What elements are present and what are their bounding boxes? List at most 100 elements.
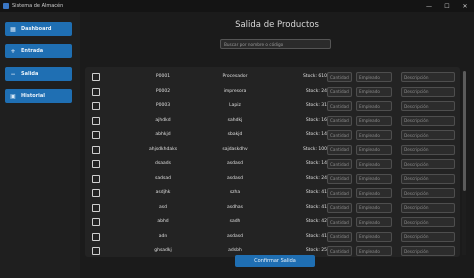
product-name: asdasd <box>227 175 243 181</box>
employee-field[interactable] <box>356 101 392 111</box>
select-checkbox[interactable] <box>92 247 100 255</box>
sidebar-item-entrada[interactable]: + Entrada <box>5 44 72 58</box>
quantity-field[interactable] <box>327 217 352 227</box>
product-stock: Stock: 42 <box>305 219 327 224</box>
description-field[interactable] <box>401 188 455 198</box>
minimize-icon[interactable]: — <box>420 0 438 12</box>
employee-field[interactable] <box>356 188 392 198</box>
select-checkbox[interactable] <box>92 232 100 241</box>
description-field[interactable] <box>401 86 455 97</box>
employee-field[interactable] <box>356 217 392 227</box>
list-item: asdjhk szha Stock: 41 <box>85 186 460 201</box>
product-name: adsbh <box>228 248 242 253</box>
select-checkbox[interactable] <box>92 87 100 96</box>
product-code: abhd <box>157 219 169 224</box>
product-name: sajdaskdhv <box>222 146 248 152</box>
select-checkbox[interactable] <box>92 218 100 226</box>
list-item: P0002 impresora Stock: 24 <box>85 85 460 100</box>
employee-field[interactable] <box>356 231 392 242</box>
description-field[interactable] <box>401 159 455 169</box>
sidebar-item-historial[interactable]: ▣ Historial <box>5 89 72 103</box>
product-code: adn <box>158 233 168 239</box>
product-stock: Stock: 24 <box>305 175 327 181</box>
quantity-field[interactable] <box>327 72 352 82</box>
product-code: P0001 <box>155 74 171 79</box>
sidebar-item-label: Entrada <box>21 48 44 54</box>
description-field[interactable] <box>401 246 455 256</box>
quantity-field[interactable] <box>327 231 352 242</box>
product-code: abhkjd <box>155 132 171 137</box>
list-item: ahjsdkhdaks sajdaskdhv Stock: 100 <box>85 143 460 158</box>
product-stock: Stock: 31 <box>305 103 327 108</box>
product-stock: Stock: 16 <box>305 117 327 123</box>
select-checkbox[interactable] <box>92 160 100 168</box>
quantity-field[interactable] <box>327 86 352 97</box>
select-checkbox[interactable] <box>92 102 100 110</box>
employee-field[interactable] <box>356 202 392 213</box>
sidebar-item-salida[interactable]: − Salida <box>5 67 72 81</box>
list-item: dsaads asdasd Stock: 14 <box>85 157 460 172</box>
product-name: szha <box>229 190 241 195</box>
list-scrollbar[interactable] <box>462 71 466 255</box>
list-item: ajhdkd sahdkj Stock: 16 <box>85 114 460 129</box>
search-input[interactable] <box>220 39 331 49</box>
employee-field[interactable] <box>356 159 392 169</box>
sidebar-item-label: Dashboard <box>21 26 52 32</box>
quantity-field[interactable] <box>327 188 352 198</box>
product-stock: Stock: 41 <box>305 204 327 210</box>
product-stock: Stock: 25 <box>305 248 327 253</box>
description-field[interactable] <box>401 72 455 82</box>
sidebar-item-dashboard[interactable]: ▦ Dashboard <box>5 22 72 36</box>
employee-field[interactable] <box>356 72 392 82</box>
sidebar: ▦ Dashboard + Entrada − Salida ▣ Histori… <box>0 12 80 278</box>
quantity-field[interactable] <box>327 130 352 140</box>
quantity-field[interactable] <box>327 144 352 155</box>
select-checkbox[interactable] <box>92 189 100 197</box>
description-field[interactable] <box>401 130 455 140</box>
employee-field[interactable] <box>356 130 392 140</box>
list-item: P0003 Lapiz Stock: 31 <box>85 99 460 114</box>
employee-field[interactable] <box>356 173 392 184</box>
product-code: dsaads <box>155 161 171 166</box>
employee-field[interactable] <box>356 115 392 126</box>
sidebar-item-label: Historial <box>21 93 45 99</box>
list-item: abhkjd sbakjd Stock: 14 <box>85 128 460 143</box>
quantity-field[interactable] <box>327 173 352 184</box>
employee-field[interactable] <box>356 144 392 155</box>
close-icon[interactable]: ✕ <box>456 0 474 12</box>
description-field[interactable] <box>401 144 455 155</box>
grid-icon: ▦ <box>10 25 16 33</box>
product-name: sahdkj <box>227 117 243 123</box>
product-name: impresora <box>223 88 247 94</box>
description-field[interactable] <box>401 115 455 126</box>
employee-field[interactable] <box>356 86 392 97</box>
maximize-icon[interactable]: ☐ <box>438 0 456 12</box>
product-code: P0002 <box>155 88 171 94</box>
description-field[interactable] <box>401 101 455 111</box>
select-checkbox[interactable] <box>92 116 100 125</box>
product-stock: Stock: 24 <box>305 88 327 94</box>
product-name: Lapiz <box>229 103 241 108</box>
scrollbar-thumb[interactable] <box>462 71 466 191</box>
product-code: ahjsdkhdaks <box>148 146 178 152</box>
quantity-field[interactable] <box>327 202 352 213</box>
select-checkbox[interactable] <box>92 203 100 212</box>
select-checkbox[interactable] <box>92 131 100 139</box>
select-checkbox[interactable] <box>92 73 100 81</box>
description-field[interactable] <box>401 217 455 227</box>
quantity-field[interactable] <box>327 115 352 126</box>
select-checkbox[interactable] <box>92 145 100 154</box>
product-code: ajhdkd <box>155 117 171 123</box>
main-panel: Salida de Productos P0001 Procesador Stock… <box>80 12 474 278</box>
list-item: abhd sadh Stock: 42 <box>85 215 460 230</box>
employee-field[interactable] <box>356 246 392 256</box>
description-field[interactable] <box>401 231 455 242</box>
confirm-exit-button[interactable]: Confirmar Salida <box>235 255 315 267</box>
window-controls: — ☐ ✕ <box>420 0 474 12</box>
select-checkbox[interactable] <box>92 174 100 183</box>
description-field[interactable] <box>401 173 455 184</box>
quantity-field[interactable] <box>327 101 352 111</box>
description-field[interactable] <box>401 202 455 213</box>
quantity-field[interactable] <box>327 246 352 256</box>
quantity-field[interactable] <box>327 159 352 169</box>
